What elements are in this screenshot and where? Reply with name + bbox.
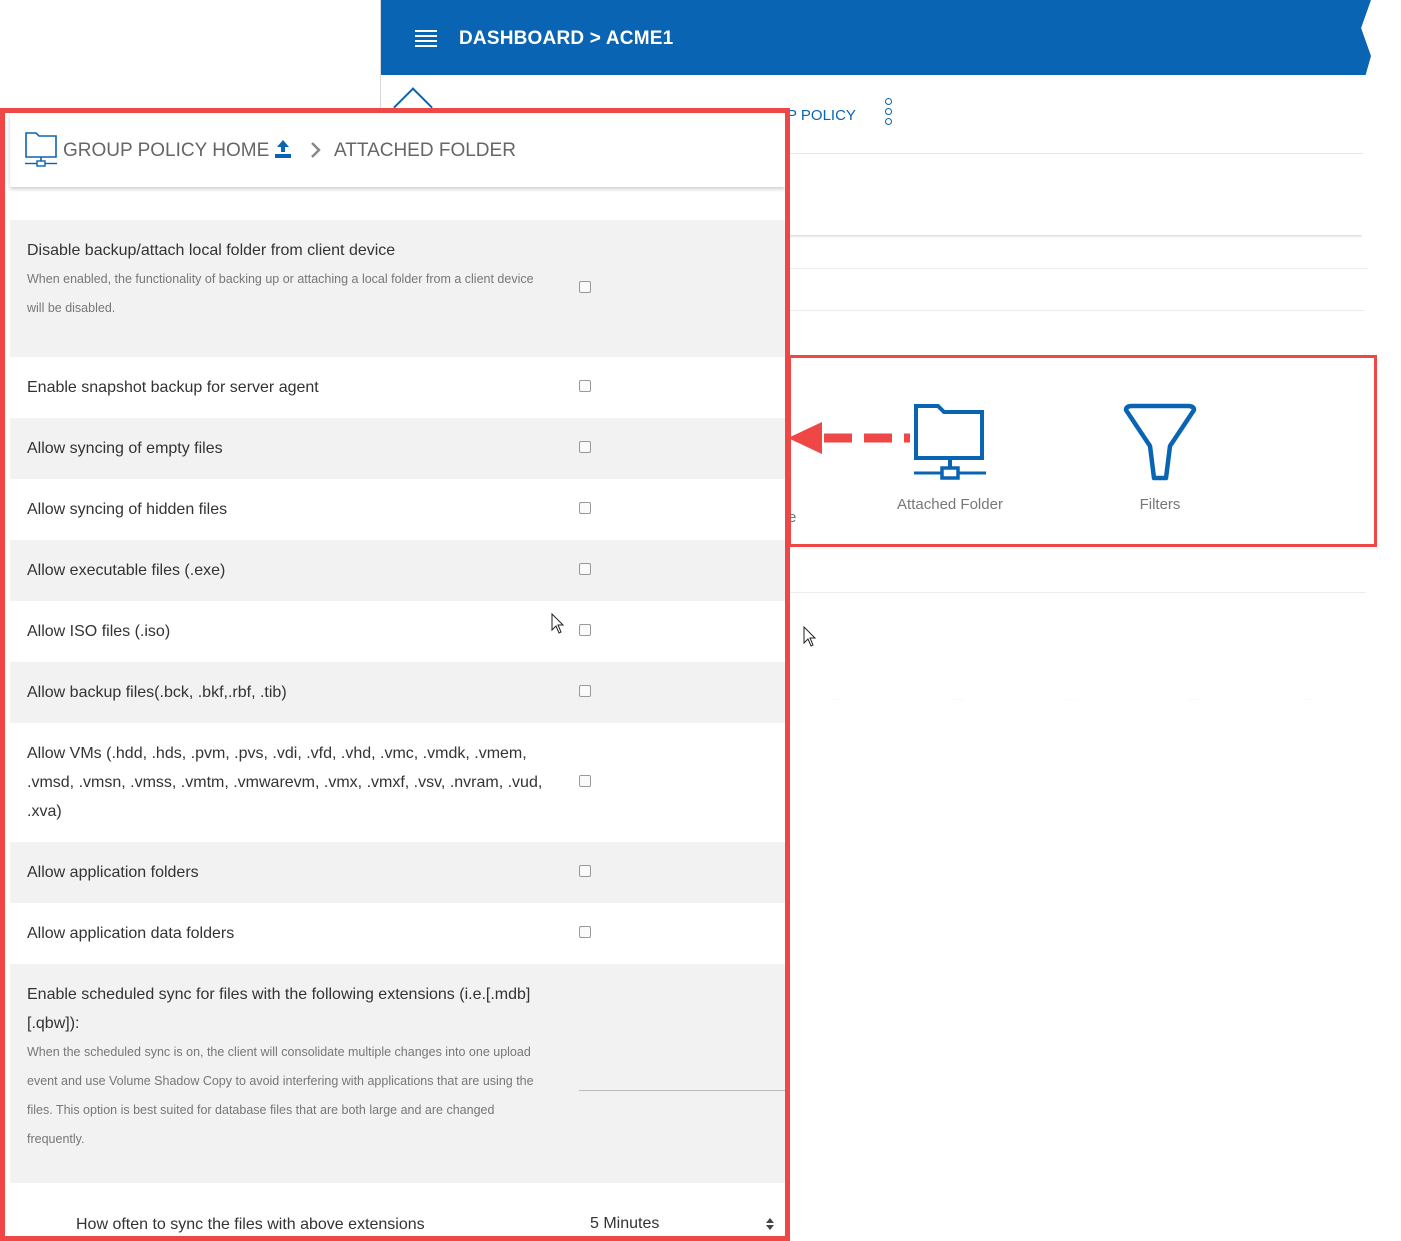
setting-row-vms: Allow VMs (.hdd, .hds, .pvm, .pvs, .vdi,…	[10, 723, 785, 842]
setting-label: Enable scheduled sync for files with the…	[27, 986, 531, 1032]
setting-row-disable-backup: Disable backup/attach local folder from …	[10, 220, 785, 357]
chevron-right-icon	[311, 142, 321, 158]
iso-files-checkbox[interactable]	[579, 624, 591, 636]
select-updown-icon	[766, 1218, 774, 1230]
settings-list: Disable backup/attach local folder from …	[10, 220, 785, 1188]
setting-row-snapshot: Enable snapshot backup for server agent	[10, 357, 785, 418]
breadcrumb-home[interactable]: GROUP POLICY HOME	[63, 140, 269, 162]
tile-filters-label: Filters	[1139, 496, 1181, 513]
tile-attached-folder-label: Attached Folder	[897, 496, 1003, 513]
app-folders-checkbox[interactable]	[579, 865, 591, 877]
group-policy-link[interactable]: P POLICY	[787, 107, 856, 124]
setting-label: Allow syncing of hidden files	[27, 501, 228, 518]
setting-row-iso: Allow ISO files (.iso)	[10, 601, 785, 662]
tile-attached-folder[interactable]: Attached Folder	[895, 402, 1005, 513]
setting-label: Allow application data folders	[27, 925, 235, 942]
setting-row-exe: Allow executable files (.exe)	[10, 540, 785, 601]
dashboard-title: DASHBOARD > ACME1	[459, 28, 674, 49]
mouse-cursor-icon	[551, 613, 565, 634]
disable-backup-checkbox[interactable]	[579, 281, 591, 293]
more-options-icon[interactable]	[885, 98, 893, 126]
empty-files-checkbox[interactable]	[579, 441, 591, 453]
setting-label: Allow syncing of empty files	[27, 440, 223, 457]
exe-files-checkbox[interactable]	[579, 563, 591, 575]
app-data-folders-checkbox[interactable]	[579, 926, 591, 938]
sync-frequency-select[interactable]: 5 Minutes	[590, 1211, 775, 1235]
hidden-files-checkbox[interactable]	[579, 502, 591, 514]
setting-label: Allow VMs (.hdd, .hds, .pvm, .pvs, .vdi,…	[27, 745, 543, 820]
attached-folder-icon	[914, 404, 986, 480]
vm-files-checkbox[interactable]	[579, 775, 591, 787]
sync-frequency-row: How often to sync the files with above e…	[10, 1183, 785, 1236]
backup-files-checkbox[interactable]	[579, 685, 591, 697]
top-bar: DASHBOARD > ACME1	[381, 0, 1371, 75]
setting-label: Allow ISO files (.iso)	[27, 623, 171, 640]
sync-frequency-label: How often to sync the files with above e…	[76, 1216, 425, 1233]
breadcrumb: GROUP POLICY HOME ATTACHED FOLDER	[10, 113, 785, 187]
hamburger-menu-icon[interactable]	[415, 30, 437, 48]
folder-network-icon	[25, 132, 57, 167]
setting-label: Allow backup files(.bck, .bkf,.rbf, .tib…	[27, 684, 287, 701]
setting-row-scheduled-sync: Enable scheduled sync for files with the…	[10, 964, 785, 1188]
setting-description: When enabled, the functionality of backi…	[27, 272, 534, 315]
upload-icon[interactable]	[273, 138, 293, 160]
dashed-arrow-icon	[788, 422, 910, 454]
setting-label: Allow application folders	[27, 864, 199, 881]
tile-filters[interactable]: Filters	[1105, 402, 1215, 513]
setting-label: Disable backup/attach local folder from …	[27, 242, 396, 259]
setting-row-empty-files: Allow syncing of empty files	[10, 418, 785, 479]
setting-description: When the scheduled sync is on, the clien…	[27, 1045, 534, 1146]
setting-label: Allow executable files (.exe)	[27, 562, 226, 579]
filter-funnel-icon	[1123, 403, 1197, 481]
setting-row-hidden-files: Allow syncing of hidden files	[10, 479, 785, 540]
breadcrumb-current: ATTACHED FOLDER	[334, 140, 516, 161]
setting-row-app-folders: Allow application folders	[10, 842, 785, 903]
setting-label: Enable snapshot backup for server agent	[27, 379, 319, 396]
sync-frequency-value: 5 Minutes	[590, 1215, 660, 1232]
setting-row-app-data-folders: Allow application data folders	[10, 903, 785, 964]
attached-folder-panel: GROUP POLICY HOME ATTACHED FOLDER Disabl…	[0, 108, 790, 1241]
setting-row-backup-files: Allow backup files(.bck, .bkf,.rbf, .tib…	[10, 662, 785, 723]
extensions-input[interactable]	[579, 1090, 785, 1091]
mouse-cursor-icon	[803, 626, 817, 647]
snapshot-backup-checkbox[interactable]	[579, 380, 591, 392]
